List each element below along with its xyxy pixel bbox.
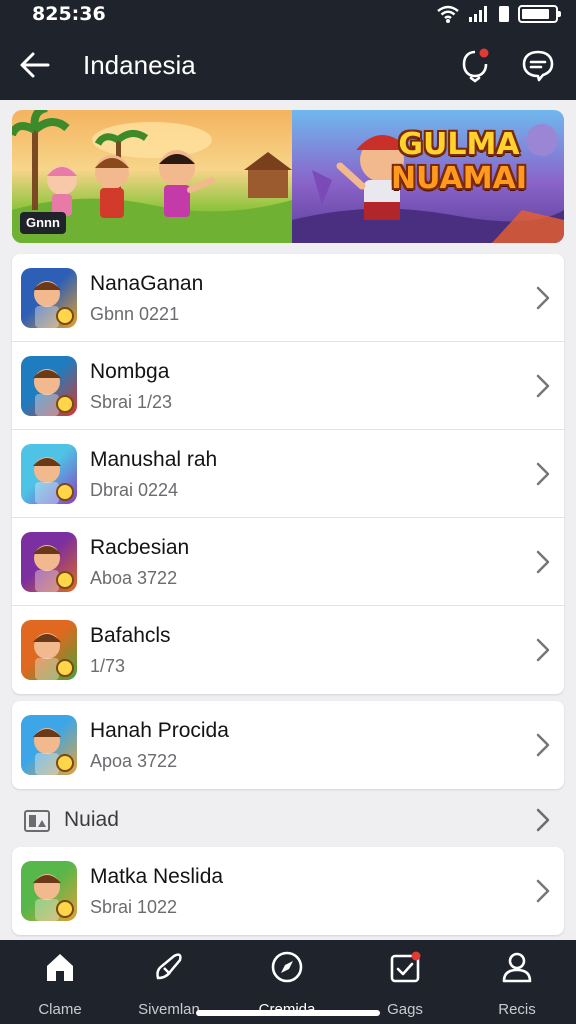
back-arrow-icon[interactable] bbox=[18, 48, 52, 82]
game-subtitle: Dbrai 0224 bbox=[90, 480, 179, 500]
signal-icon bbox=[469, 6, 487, 22]
banner-artwork-right: GULMA NUAMAI bbox=[292, 110, 564, 243]
banner-artwork-left: Gnnn bbox=[12, 110, 292, 243]
home-icon bbox=[47, 954, 73, 981]
page-title: Indanesia bbox=[83, 50, 196, 80]
status-bar: 825:36 bbox=[0, 0, 576, 30]
game-thumbnail bbox=[21, 356, 77, 416]
tab-sivemlan[interactable]: Sivemlan bbox=[121, 950, 217, 1018]
chevron-right-icon bbox=[536, 462, 550, 486]
chevron-right-icon bbox=[536, 733, 550, 757]
section-header[interactable]: Nuiad bbox=[12, 800, 564, 840]
battery-icon bbox=[518, 5, 561, 23]
tab-cremida[interactable]: Cremida bbox=[239, 950, 335, 1018]
home-indicator[interactable] bbox=[196, 1010, 380, 1016]
chevron-right-icon bbox=[536, 638, 550, 662]
list-item[interactable]: Bafahcls 1/73 bbox=[12, 606, 564, 694]
game-subtitle: Gbnn 0221 bbox=[90, 304, 180, 324]
chevron-right-icon bbox=[536, 374, 550, 398]
game-thumbnail bbox=[21, 620, 77, 680]
featured-banner[interactable]: Gnnn GULMA NUAMAI bbox=[12, 110, 564, 243]
chevron-right-icon bbox=[536, 808, 550, 832]
tab-clame[interactable]: Clame bbox=[12, 950, 108, 1018]
game-subtitle: Aboa 3722 bbox=[90, 568, 178, 588]
list-item[interactable]: Hanah Procida Apoa 3722 bbox=[12, 701, 564, 789]
profile-icon bbox=[502, 952, 532, 983]
list-item[interactable]: Manushal rah Dbrai 0224 bbox=[12, 430, 564, 518]
tab-recis[interactable]: Recis bbox=[469, 950, 565, 1018]
game-subtitle: 1/73 bbox=[90, 656, 126, 676]
calendar-check-icon bbox=[390, 951, 421, 983]
banner-title: GULMA NUAMAI bbox=[374, 128, 544, 196]
game-thumbnail bbox=[21, 715, 77, 775]
game-subtitle: Apoa 3722 bbox=[90, 751, 178, 771]
list-item[interactable]: NanaGanan Gbnn 0221 bbox=[12, 254, 564, 342]
chat-icon[interactable] bbox=[519, 46, 557, 84]
game-subtitle: Sbrai 1022 bbox=[90, 897, 178, 917]
game-list-top: NanaGanan Gbnn 0221 Nombga Sbrai 1/23 Manush… bbox=[12, 254, 564, 694]
game-name: Bafahcls bbox=[90, 624, 171, 647]
app-bar: Indanesia bbox=[0, 30, 576, 100]
game-name: Nombga bbox=[90, 360, 170, 383]
list-item[interactable]: Matka Neslida Sbrai 1022 bbox=[12, 847, 564, 935]
status-icons bbox=[436, 4, 561, 24]
gallery-icon bbox=[24, 810, 50, 832]
chevron-right-icon bbox=[536, 879, 550, 903]
game-name: Matka Neslida bbox=[90, 865, 224, 888]
game-thumbnail bbox=[21, 532, 77, 592]
game-list-single: Hanah Procida Apoa 3722 bbox=[12, 701, 564, 789]
game-thumbnail bbox=[21, 268, 77, 328]
battery-level bbox=[522, 9, 550, 19]
sim-icon bbox=[499, 6, 509, 22]
chevron-right-icon bbox=[536, 286, 550, 310]
tab-label: Clame bbox=[38, 1001, 82, 1018]
list-item[interactable]: Racbesian Aboa 3722 bbox=[12, 518, 564, 606]
wifi-icon bbox=[437, 5, 459, 23]
game-name: Hanah Procida bbox=[90, 719, 229, 742]
game-name: NanaGanan bbox=[90, 272, 204, 295]
banner-title-line1: GULMA bbox=[398, 127, 520, 162]
list-item[interactable]: Nombga Sbrai 1/23 bbox=[12, 342, 564, 430]
tab-gags[interactable]: Gags bbox=[357, 950, 453, 1018]
game-subtitle: Sbrai 1/23 bbox=[90, 392, 173, 412]
compass-icon bbox=[271, 951, 303, 983]
game-name: Manushal rah bbox=[90, 448, 218, 471]
banner-title-line2: NUAMAI bbox=[391, 161, 527, 196]
game-list-bottom: Matka Neslida Sbrai 1022 bbox=[12, 847, 564, 935]
section-label: Nuiad bbox=[64, 808, 119, 831]
notification-icon[interactable] bbox=[456, 46, 494, 84]
banner-badge: Gnnn bbox=[20, 212, 66, 234]
game-thumbnail bbox=[21, 861, 77, 921]
chevron-right-icon bbox=[536, 550, 550, 574]
game-thumbnail bbox=[21, 444, 77, 504]
status-time: 825:36 bbox=[32, 3, 106, 25]
tab-label: Recis bbox=[498, 1001, 536, 1018]
game-name: Racbesian bbox=[90, 536, 190, 559]
brush-icon bbox=[156, 953, 182, 980]
